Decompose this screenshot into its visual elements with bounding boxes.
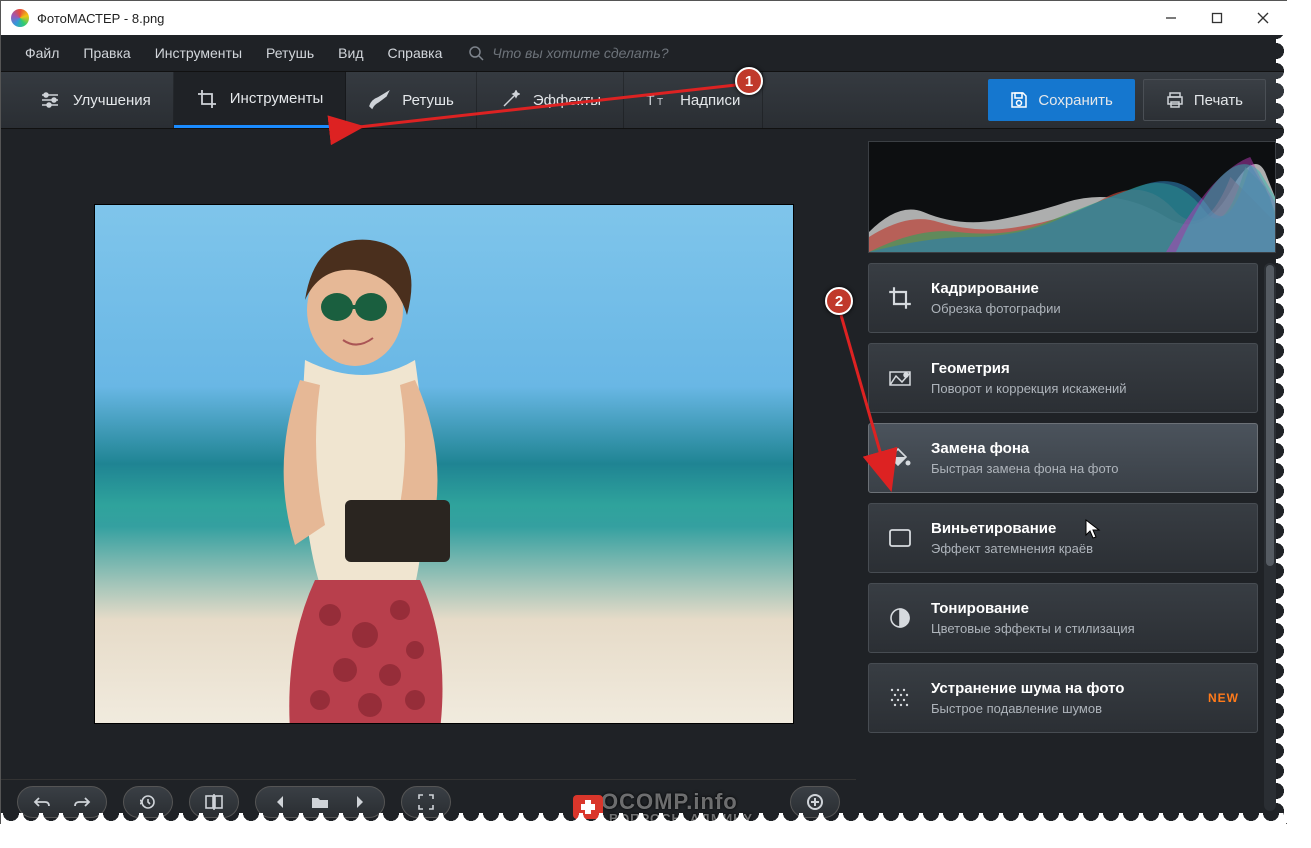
menu-retouch[interactable]: Ретушь: [256, 41, 324, 65]
compare-button[interactable]: [194, 787, 234, 817]
undo-button[interactable]: [22, 787, 62, 817]
tool-geometry-sub: Поворот и коррекция искажений: [931, 381, 1239, 396]
tool-scrollbar[interactable]: [1264, 263, 1276, 811]
window-title: ФотоМАСТЕР - 8.png: [37, 11, 164, 26]
tabbar: Улучшения Инструменты Ретушь Эффекты: [1, 71, 1286, 129]
tool-denoise[interactable]: Устранение шума на фото Быстрое подавлен…: [868, 663, 1258, 733]
tool-crop[interactable]: Кадрирование Обрезка фотографии: [868, 263, 1258, 333]
tool-scroll: Кадрирование Обрезка фотографии Геометри…: [868, 263, 1258, 811]
zoom-in-button[interactable]: [795, 787, 835, 817]
search-icon: [468, 45, 484, 61]
print-button[interactable]: Печать: [1143, 79, 1266, 121]
tool-denoise-sub: Быстрое подавление шумов: [931, 701, 1190, 716]
open-folder-button[interactable]: [300, 787, 340, 817]
menubar: Файл Правка Инструменты Ретушь Вид Справ…: [1, 35, 1286, 71]
svg-text:T: T: [646, 92, 655, 108]
menu-tools[interactable]: Инструменты: [145, 41, 252, 65]
tab-retouch-label: Ретушь: [402, 92, 454, 109]
tool-geometry-title: Геометрия: [931, 360, 1239, 377]
content-area: Кадрирование Обрезка фотографии Геометри…: [1, 129, 1286, 823]
window-controls: [1148, 1, 1286, 35]
menu-file[interactable]: Файл: [15, 41, 69, 65]
prev-file-button[interactable]: [260, 787, 300, 817]
title-left: ФотоМАСТЕР - 8.png: [11, 9, 164, 27]
search-input[interactable]: [492, 45, 732, 61]
mouse-cursor-icon: [1085, 519, 1103, 541]
tool-denoise-title: Устранение шума на фото: [931, 680, 1190, 697]
tab-enhance[interactable]: Улучшения: [17, 72, 174, 128]
sliders-icon: [39, 89, 61, 111]
tool-geometry[interactable]: Геометрия Поворот и коррекция искажений: [868, 343, 1258, 413]
bucket-icon: [887, 445, 913, 471]
wand-icon: [499, 89, 521, 111]
search-box: [468, 45, 732, 61]
crop-icon: [196, 88, 218, 110]
tool-crop-title: Кадрирование: [931, 280, 1239, 297]
tool-toning-title: Тонирование: [931, 600, 1239, 617]
tab-tools-label: Инструменты: [230, 90, 324, 107]
tool-vignette-sub: Эффект затемнения краёв: [931, 541, 1239, 556]
side-panel: Кадрирование Обрезка фотографии Геометри…: [856, 129, 1286, 823]
tool-toning-sub: Цветовые эффекты и стилизация: [931, 621, 1239, 636]
titlebar: ФотоМАСТЕР - 8.png: [1, 1, 1286, 35]
redo-button[interactable]: [62, 787, 102, 817]
tool-vignette[interactable]: Виньетирование Эффект затемнения краёв: [868, 503, 1258, 573]
canvas-area: [1, 129, 856, 823]
tool-replace-bg[interactable]: Замена фона Быстрая замена фона на фото: [868, 423, 1258, 493]
text-icon: TT: [646, 89, 668, 111]
menu-help[interactable]: Справка: [377, 41, 452, 65]
save-button[interactable]: Сохранить: [988, 79, 1135, 121]
geometry-icon: [887, 365, 913, 391]
history-button[interactable]: [128, 787, 168, 817]
annotation-marker-1: 1: [735, 67, 763, 95]
tool-crop-sub: Обрезка фотографии: [931, 301, 1239, 316]
menu-view[interactable]: Вид: [328, 41, 373, 65]
brush-icon: [368, 89, 390, 111]
toning-icon: [887, 605, 913, 631]
save-label: Сохранить: [1038, 92, 1113, 109]
tab-effects-label: Эффекты: [533, 92, 601, 109]
tool-replacebg-sub: Быстрая замена фона на фото: [931, 461, 1239, 476]
app-window: ФотоМАСТЕР - 8.png Файл Правка Инструмен…: [0, 0, 1287, 824]
next-file-button[interactable]: [340, 787, 380, 817]
tab-retouch[interactable]: Ретушь: [346, 72, 477, 128]
tab-captions-label: Надписи: [680, 92, 740, 109]
print-label: Печать: [1194, 92, 1243, 109]
scroll-thumb[interactable]: [1266, 265, 1274, 566]
vignette-icon: [887, 525, 913, 551]
annotation-marker-2: 2: [825, 287, 853, 315]
maximize-button[interactable]: [1194, 1, 1240, 35]
torn-edge-right: [1276, 1, 1296, 823]
tab-effects[interactable]: Эффекты: [477, 72, 624, 128]
print-icon: [1166, 91, 1184, 109]
save-icon: [1010, 91, 1028, 109]
app-icon: [11, 9, 29, 27]
torn-edge-bottom: [1, 813, 1286, 833]
tool-list: Кадрирование Обрезка фотографии Геометри…: [868, 263, 1276, 811]
photo-preview[interactable]: [94, 204, 794, 724]
histogram: [868, 141, 1276, 253]
minimize-button[interactable]: [1148, 1, 1194, 35]
new-badge: NEW: [1208, 691, 1239, 705]
menu-edit[interactable]: Правка: [73, 41, 140, 65]
app-body: Файл Правка Инструменты Ретушь Вид Справ…: [1, 35, 1286, 823]
tab-tools[interactable]: Инструменты: [174, 72, 347, 128]
denoise-icon: [887, 685, 913, 711]
tab-enhance-label: Улучшения: [73, 92, 151, 109]
tool-replacebg-title: Замена фона: [931, 440, 1239, 457]
svg-text:T: T: [657, 97, 663, 108]
canvas-viewport: [1, 129, 856, 779]
fit-screen-button[interactable]: [406, 787, 446, 817]
crop-icon: [887, 285, 913, 311]
tool-toning[interactable]: Тонирование Цветовые эффекты и стилизаци…: [868, 583, 1258, 653]
